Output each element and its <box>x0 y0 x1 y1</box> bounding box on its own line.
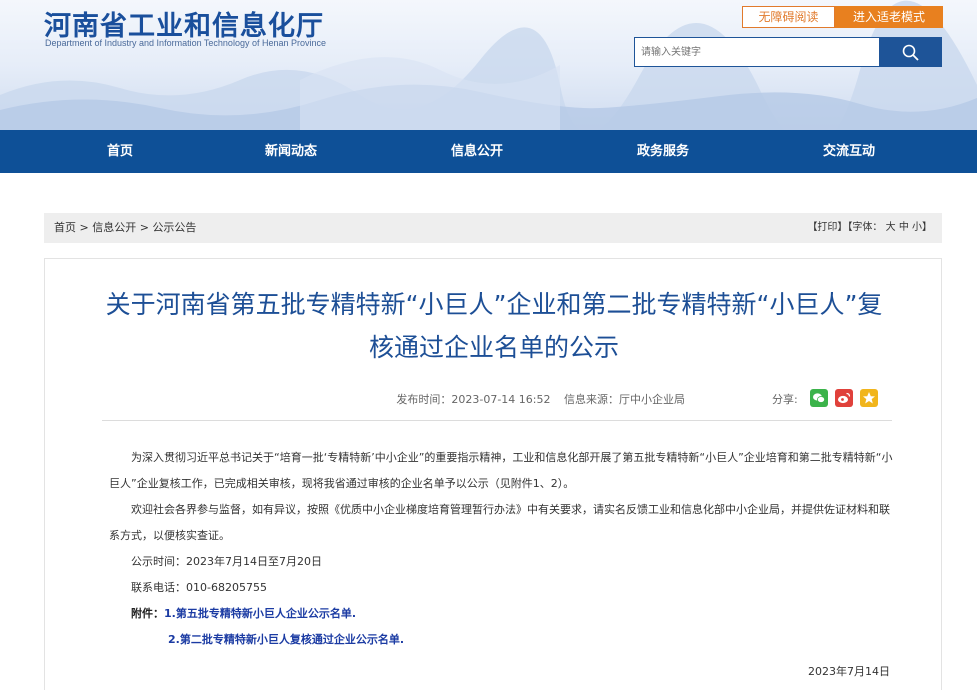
attachment-row-2: 2.第二批专精特新小巨人复核通过企业公示名单. <box>109 627 895 653</box>
font-size-label: 【字体： <box>847 222 883 233</box>
nav-interaction[interactable]: 交流互动 <box>804 130 894 173</box>
nav-gov-service[interactable]: 政务服务 <box>618 130 708 173</box>
breadcrumb-notices[interactable]: 公示公告 <box>152 221 196 234</box>
info-source: 信息来源：厅中小企业局 <box>564 393 685 406</box>
share-label: 分享: <box>772 393 798 406</box>
breadcrumb-bar: 首页 > 信息公开 > 公示公告 【打印】【字体： 大 中 小】 <box>44 213 942 243</box>
elder-mode-button[interactable]: 进入适老模式 <box>835 6 943 28</box>
breadcrumb-separator: > <box>79 221 89 234</box>
attachment-row-1: 附件：1.第五批专精特新小巨人企业公示名单. <box>109 601 895 627</box>
breadcrumb-separator: > <box>139 221 149 234</box>
attachment-link-1[interactable]: 1.第五批专精特新小巨人企业公示名单. <box>164 607 356 620</box>
nav-news[interactable]: 新闻动态 <box>246 130 336 173</box>
search-icon <box>902 44 919 61</box>
publish-time: 发布时间：2023-07-14 16:52 <box>396 393 551 406</box>
article-title: 关于河南省第五批专精特新“小巨人”企业和第二批专精特新“小巨人”复核通过企业名单… <box>105 290 883 362</box>
breadcrumb: 首页 > 信息公开 > 公示公告 <box>54 213 196 243</box>
font-large-button[interactable]: 大 <box>886 222 896 233</box>
site-header-banner: 河南省工业和信息化厅 Department of Industry and In… <box>0 0 977 130</box>
article-panel: 关于河南省第五批专精特新“小巨人”企业和第二批专精特新“小巨人”复核通过企业名单… <box>44 258 942 690</box>
accessible-reading-button[interactable]: 无障碍阅读 <box>742 6 835 28</box>
divider <box>102 420 892 421</box>
wechat-icon[interactable] <box>810 389 828 407</box>
search-input[interactable] <box>634 37 880 67</box>
article-meta: 发布时间：2023-07-14 16:52 信息来源：厅中小企业局 <box>45 391 685 407</box>
signature-date: 2023年7月14日 <box>808 665 890 678</box>
publicity-period: 公示时间：2023年7月14日至7月20日 <box>131 555 322 568</box>
print-button[interactable]: 【打印】 <box>807 222 847 233</box>
attachment-label: 附件： <box>131 607 164 620</box>
font-small-button[interactable]: 小 <box>912 222 922 233</box>
main-nav: 首页 新闻动态 信息公开 政务服务 交流互动 <box>0 130 977 173</box>
breadcrumb-home[interactable]: 首页 <box>54 221 76 234</box>
article-body: 为深入贯彻习近平总书记关于“培育一批‘专精特新’中小企业”的重要指示精神，工业和… <box>109 445 895 653</box>
nav-home[interactable]: 首页 <box>80 130 160 173</box>
paragraph-supervision: 欢迎社会各界参与监督，如有异议，按照《优质中小企业梯度培育管理暂行办法》中有关要… <box>109 503 890 542</box>
search-button[interactable] <box>879 37 942 67</box>
contact-phone: 联系电话：010-68205755 <box>131 581 267 594</box>
font-medium-button[interactable]: 中 <box>899 222 909 233</box>
page-tools: 【打印】【字体： 大 中 小】 <box>807 213 932 243</box>
weibo-icon[interactable] <box>835 389 853 407</box>
font-size-label-end: 】 <box>922 222 932 233</box>
site-subtitle: Department of Industry and Information T… <box>45 38 326 48</box>
nav-info-public[interactable]: 信息公开 <box>432 130 522 173</box>
breadcrumb-info-public[interactable]: 信息公开 <box>92 221 136 234</box>
attachment-link-2[interactable]: 2.第二批专精特新小巨人复核通过企业公示名单. <box>168 633 404 646</box>
qzone-icon[interactable] <box>860 389 878 407</box>
paragraph-intro: 为深入贯彻习近平总书记关于“培育一批‘专精特新’中小企业”的重要指示精神，工业和… <box>109 451 893 490</box>
